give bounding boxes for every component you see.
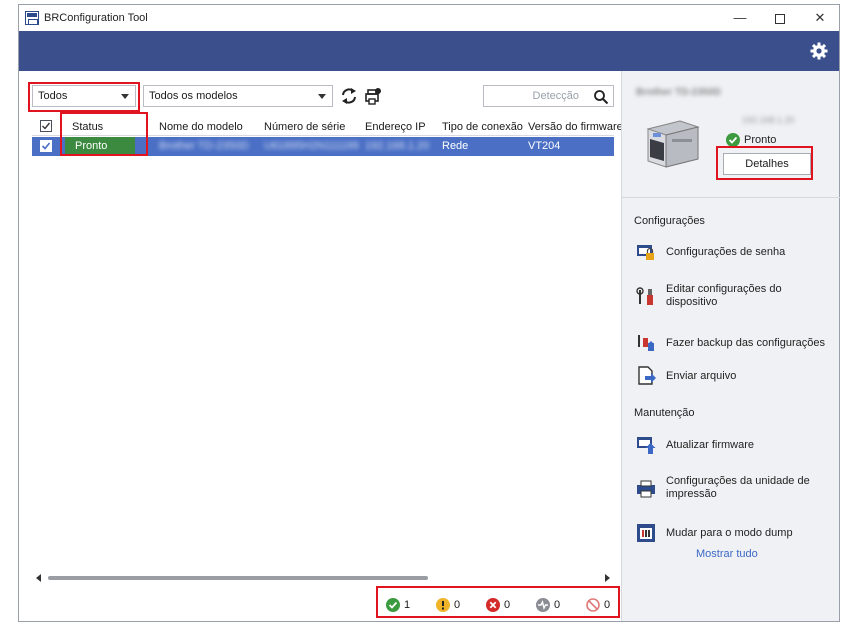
warning-count-value: 0 bbox=[454, 599, 461, 611]
device-settings-icon bbox=[636, 287, 656, 307]
column-ip[interactable]: Endereço IP bbox=[365, 121, 426, 133]
printer-name: Brother TD-2350D bbox=[636, 87, 722, 98]
search-icon[interactable] bbox=[593, 89, 609, 105]
password-settings-icon bbox=[636, 242, 656, 262]
warning-icon bbox=[436, 598, 450, 612]
device-table-header: Status Nome do modelo Número de série En… bbox=[32, 118, 623, 136]
firmware-update-icon bbox=[636, 435, 656, 455]
close-button[interactable]: ✕ bbox=[805, 9, 835, 27]
table-row[interactable]: Pronto Brother TD-2350D U61895H2N111199 … bbox=[32, 137, 614, 156]
scroll-right-icon[interactable] bbox=[605, 574, 610, 582]
column-connection[interactable]: Tipo de conexão bbox=[442, 121, 523, 133]
model-filter-dropdown[interactable]: Todos os modelos bbox=[143, 85, 333, 107]
title-bar: BRConfiguration Tool — ✕ bbox=[19, 5, 839, 31]
dump-mode-icon bbox=[636, 523, 656, 543]
minimize-button[interactable]: — bbox=[725, 9, 755, 27]
header-bar bbox=[19, 31, 839, 71]
column-firmware[interactable]: Versão do firmware bbox=[528, 121, 623, 133]
menu-item-print-unit-settings[interactable]: Configurações da unidade de impressão bbox=[636, 475, 832, 503]
menu-item-label: Atualizar firmware bbox=[666, 439, 755, 451]
menu-item-password-settings[interactable]: Configurações de senha bbox=[636, 242, 832, 262]
disabled-count-value: 0 bbox=[604, 599, 611, 611]
status-filter-dropdown[interactable]: Todos bbox=[32, 85, 136, 107]
menu-item-send-file[interactable]: Enviar arquivo bbox=[636, 366, 832, 386]
menu-item-dump-mode[interactable]: Mudar para o modo dump bbox=[636, 523, 832, 543]
maximize-button[interactable] bbox=[765, 9, 795, 27]
column-model[interactable]: Nome do modelo bbox=[159, 121, 243, 133]
print-unit-icon bbox=[636, 479, 656, 499]
search-placeholder: Detecção bbox=[532, 90, 579, 102]
cell-ip: 192.168.1.20 bbox=[365, 140, 430, 152]
backup-icon bbox=[636, 333, 656, 353]
column-serial[interactable]: Número de série bbox=[264, 121, 345, 133]
error-count-value: 0 bbox=[504, 599, 511, 611]
menu-item-update-firmware[interactable]: Atualizar firmware bbox=[636, 435, 832, 455]
chevron-down-icon bbox=[318, 94, 326, 99]
refresh-icon[interactable] bbox=[339, 86, 359, 106]
settings-section-title: Configurações bbox=[634, 215, 705, 227]
status-summary-bar: 1 0 0 0 0 bbox=[379, 593, 619, 617]
menu-item-label: Enviar arquivo bbox=[666, 370, 737, 382]
cell-connection: Rede bbox=[442, 140, 469, 152]
row-checkbox[interactable] bbox=[40, 140, 52, 152]
menu-item-label: Configurações da unidade de impressão bbox=[666, 475, 810, 500]
error-icon bbox=[486, 598, 500, 612]
menu-item-label: Editar configurações do dispositivo bbox=[666, 283, 782, 308]
ready-check-icon bbox=[726, 133, 740, 147]
disabled-icon bbox=[586, 598, 600, 612]
app-logo-icon bbox=[25, 11, 39, 25]
cell-model: Brother TD-2350D bbox=[159, 140, 249, 152]
menu-item-backup-settings[interactable]: Fazer backup das configurações bbox=[636, 333, 832, 353]
ready-count-value: 1 bbox=[404, 599, 411, 611]
show-all-link[interactable]: Mostrar tudo bbox=[696, 548, 758, 560]
cell-firmware: VT204 bbox=[528, 140, 561, 152]
device-side-panel: Brother TD-2350D 192.168.1.20 Pronto Det… bbox=[621, 71, 840, 621]
status-badge: Pronto bbox=[65, 137, 135, 156]
column-status[interactable]: Status bbox=[72, 121, 103, 133]
maximize-icon bbox=[775, 13, 785, 24]
printer-ip: 192.168.1.20 bbox=[742, 115, 795, 125]
scrollbar-thumb[interactable] bbox=[48, 576, 428, 580]
ready-check-icon bbox=[386, 598, 400, 612]
printer-image bbox=[640, 109, 706, 175]
printer-status-text: Pronto bbox=[744, 134, 777, 146]
main-pane: Todos Todos os modelos Detecção Status N… bbox=[19, 71, 623, 621]
cell-serial: U61895H2N111199 bbox=[264, 140, 359, 152]
search-input[interactable]: Detecção bbox=[483, 85, 614, 107]
send-file-icon bbox=[636, 366, 656, 386]
add-printer-icon[interactable] bbox=[362, 86, 382, 106]
menu-item-label: Fazer backup das configurações bbox=[666, 337, 825, 349]
divider bbox=[622, 197, 840, 198]
menu-item-label: Configurações de senha bbox=[666, 246, 786, 258]
select-all-checkbox[interactable] bbox=[40, 120, 52, 132]
offline-count-value: 0 bbox=[554, 599, 561, 611]
app-window: BRConfiguration Tool — ✕ Todos Todos os … bbox=[18, 4, 840, 622]
menu-item-device-settings[interactable]: Editar configurações do dispositivo bbox=[636, 283, 832, 311]
status-filter-value: Todos bbox=[38, 90, 68, 102]
scroll-left-icon[interactable] bbox=[36, 574, 41, 582]
model-filter-value: Todos os modelos bbox=[149, 90, 238, 102]
chevron-down-icon bbox=[121, 94, 129, 99]
offline-icon bbox=[536, 598, 550, 612]
window-title: BRConfiguration Tool bbox=[44, 12, 148, 24]
details-button[interactable]: Detalhes bbox=[723, 153, 811, 175]
menu-item-label: Mudar para o modo dump bbox=[666, 527, 793, 539]
gear-icon[interactable] bbox=[809, 41, 829, 61]
maintenance-section-title: Manutenção bbox=[634, 407, 695, 419]
horizontal-scrollbar[interactable] bbox=[32, 573, 614, 583]
